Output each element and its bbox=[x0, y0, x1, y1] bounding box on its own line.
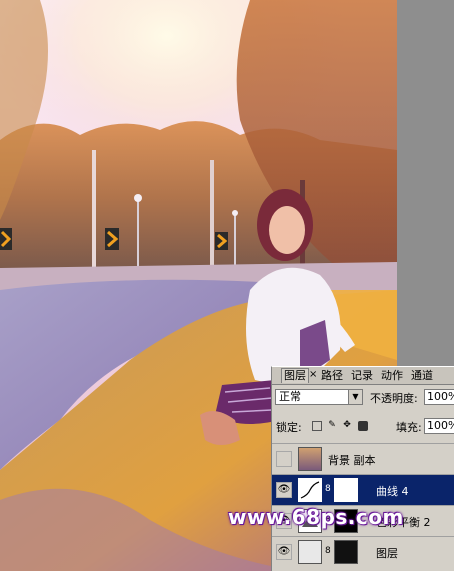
link-icon: 8 bbox=[325, 546, 331, 556]
opacity-input[interactable]: 100% bbox=[424, 389, 454, 405]
lock-transparency-icon[interactable] bbox=[312, 421, 322, 431]
layer-thumbnail bbox=[298, 447, 322, 471]
tab-layers[interactable]: 图层 bbox=[281, 368, 309, 383]
chevron-down-icon[interactable]: ▼ bbox=[348, 390, 362, 404]
layer-row[interactable]: 👁 8 曲线 4 bbox=[272, 474, 454, 505]
tab-channels[interactable]: 通道 bbox=[409, 369, 435, 383]
watermark: www.68ps.com bbox=[228, 505, 404, 529]
layers-panel: 图层 × 路径 记录 动作 通道 正常 ▼ 不透明度: 100% 锁定: ✎ ✥… bbox=[271, 366, 454, 571]
eye-icon[interactable]: 👁 bbox=[276, 544, 292, 560]
layer-thumbnail bbox=[298, 540, 322, 564]
lock-pixels-icon[interactable]: ✎ bbox=[327, 420, 337, 430]
tab-paths[interactable]: 路径 bbox=[319, 369, 345, 383]
link-icon: 8 bbox=[325, 484, 331, 494]
blend-mode-value: 正常 bbox=[279, 390, 301, 403]
opacity-label: 不透明度: bbox=[370, 392, 418, 405]
tab-history[interactable]: 记录 bbox=[349, 369, 375, 383]
eye-icon[interactable]: 👁 bbox=[276, 482, 292, 498]
lock-label: 锁定: bbox=[276, 421, 302, 434]
layer-name: 曲线 4 bbox=[376, 485, 409, 498]
close-icon[interactable]: × bbox=[309, 369, 317, 380]
curves-adjustment-icon bbox=[298, 478, 322, 502]
tab-actions[interactable]: 动作 bbox=[379, 369, 405, 383]
lock-position-icon[interactable]: ✥ bbox=[342, 420, 352, 430]
blend-mode-select[interactable]: 正常 ▼ bbox=[275, 389, 363, 405]
fill-input[interactable]: 100% bbox=[424, 418, 454, 434]
layer-row[interactable]: 👁 8 图层 bbox=[272, 536, 454, 567]
visibility-toggle[interactable] bbox=[276, 451, 292, 467]
layer-row[interactable]: 背景 副本 bbox=[272, 443, 454, 474]
layer-mask-thumbnail bbox=[334, 540, 358, 564]
layer-name: 背景 副本 bbox=[328, 454, 376, 467]
panel-tab-bar: 图层 × 路径 记录 动作 通道 bbox=[272, 367, 454, 385]
layer-mask-thumbnail bbox=[334, 478, 358, 502]
layer-name: 图层 bbox=[376, 547, 398, 560]
fill-label: 填充: bbox=[396, 421, 422, 434]
lock-all-icon[interactable] bbox=[358, 421, 368, 431]
